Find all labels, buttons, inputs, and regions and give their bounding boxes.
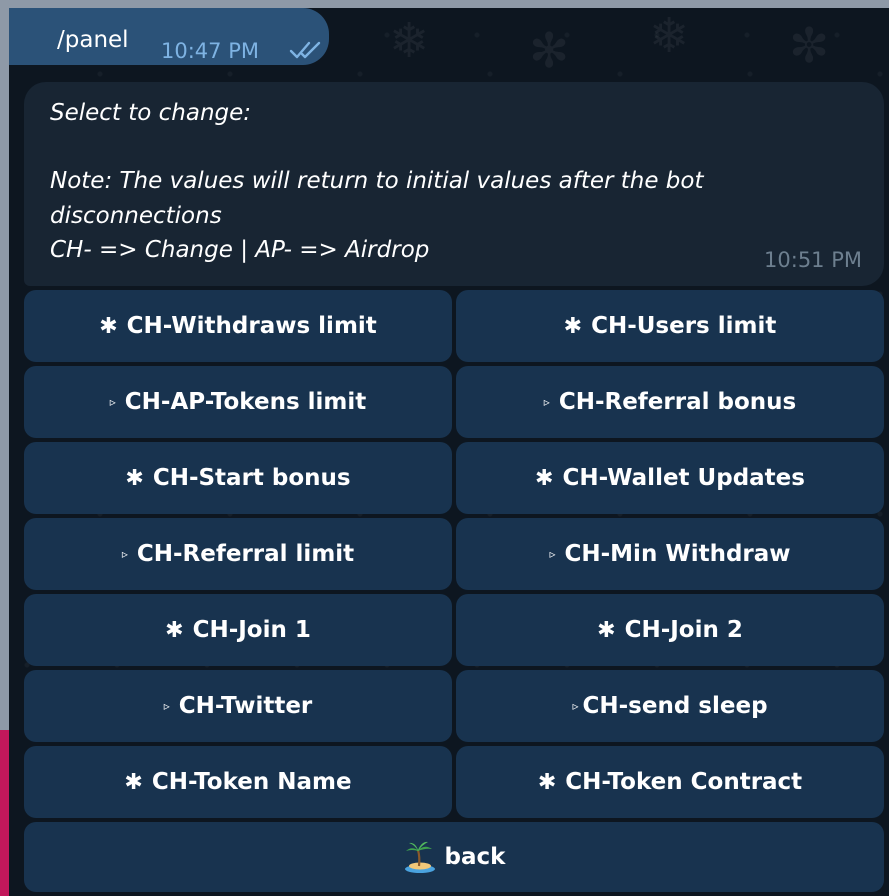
asterisk-icon: ✱ (537, 769, 557, 795)
triangle-right-icon: ▹ (543, 395, 550, 409)
button-label: CH-Users limit (591, 313, 777, 339)
ch-start-bonus-button[interactable]: ✱ CH-Start bonus (24, 442, 452, 514)
message-line-disconnections: disconnections (50, 203, 222, 229)
button-label: back (444, 844, 506, 870)
triangle-right-icon: ▹ (549, 547, 556, 561)
asterisk-icon: ✱ (99, 313, 118, 339)
double-check-icon (289, 41, 321, 59)
ch-users-limit-button[interactable]: ✱ CH-Users limit (456, 290, 884, 362)
asterisk-icon: ✱ (165, 617, 184, 643)
button-label: CH-Join 1 (192, 617, 311, 643)
button-label: CH-Token Contract (565, 769, 803, 795)
message-time: 10:47 PM (161, 39, 259, 63)
window-frame-top (0, 0, 889, 8)
desert-island-icon (404, 841, 435, 873)
message-line-select: Select to change: (50, 100, 252, 126)
snowflake-pattern-icon: ✻ (529, 23, 570, 79)
ch-join-1-button[interactable]: ✱ CH-Join 1 (24, 594, 452, 666)
triangle-right-icon: ▹ (572, 699, 579, 713)
ch-referral-limit-button[interactable]: ▹ CH-Referral limit (24, 518, 452, 590)
message-line-note: Note: The values will return to initial … (50, 168, 704, 194)
outgoing-message-bubble[interactable]: /panel 10:47 PM (9, 8, 329, 65)
button-label: CH-Withdraws limit (126, 313, 377, 339)
ch-token-contract-button[interactable]: ✱ CH-Token Contract (456, 746, 884, 818)
ch-twitter-button[interactable]: ▹ CH-Twitter (24, 670, 452, 742)
outgoing-message-text: /panel (57, 27, 129, 53)
message-line-legend: CH- => Change | AP- => Airdrop (50, 237, 430, 263)
triangle-right-icon: ▹ (163, 699, 170, 713)
button-label: CH-Join 2 (624, 617, 743, 643)
button-label: CH-send sleep (582, 693, 768, 719)
window-frame-left (0, 0, 9, 896)
asterisk-icon: ✱ (597, 617, 616, 643)
button-label: CH-Referral bonus (558, 389, 797, 415)
snowflake-pattern-icon: ✼ (789, 18, 830, 74)
button-label: CH-Min Withdraw (564, 541, 791, 567)
asterisk-icon: ✱ (563, 313, 583, 339)
message-time: 10:51 PM (764, 248, 862, 272)
asterisk-icon: ✱ (125, 465, 144, 491)
incoming-message-bubble[interactable]: Select to change: Note: The values will … (24, 82, 884, 286)
asterisk-icon: ✱ (124, 769, 143, 795)
snowflake-pattern-icon: ❄ (389, 13, 430, 69)
asterisk-icon: ✱ (535, 465, 554, 491)
triangle-right-icon: ▹ (109, 395, 116, 409)
button-label: CH-Start bonus (152, 465, 351, 491)
ch-withdraws-limit-button[interactable]: ✱ CH-Withdraws limit (24, 290, 452, 362)
ch-wallet-updates-button[interactable]: ✱ CH-Wallet Updates (456, 442, 884, 514)
back-button[interactable]: back (24, 822, 884, 892)
button-label: CH-AP-Tokens limit (124, 389, 367, 415)
button-label: CH-Wallet Updates (562, 465, 805, 491)
button-label: CH-Referral limit (136, 541, 355, 567)
ch-min-withdraw-button[interactable]: ▹ CH-Min Withdraw (456, 518, 884, 590)
button-label: CH-Twitter (178, 693, 313, 719)
ch-send-sleep-button[interactable]: ▹ CH-send sleep (456, 670, 884, 742)
ch-referral-bonus-button[interactable]: ▹ CH-Referral bonus (456, 366, 884, 438)
triangle-right-icon: ▹ (121, 547, 128, 561)
button-label: CH-Token Name (151, 769, 352, 795)
ch-join-2-button[interactable]: ✱ CH-Join 2 (456, 594, 884, 666)
ch-token-name-button[interactable]: ✱ CH-Token Name (24, 746, 452, 818)
snowflake-pattern-icon: ❄ (649, 8, 690, 64)
ch-ap-tokens-limit-button[interactable]: ▹ CH-AP-Tokens limit (24, 366, 452, 438)
